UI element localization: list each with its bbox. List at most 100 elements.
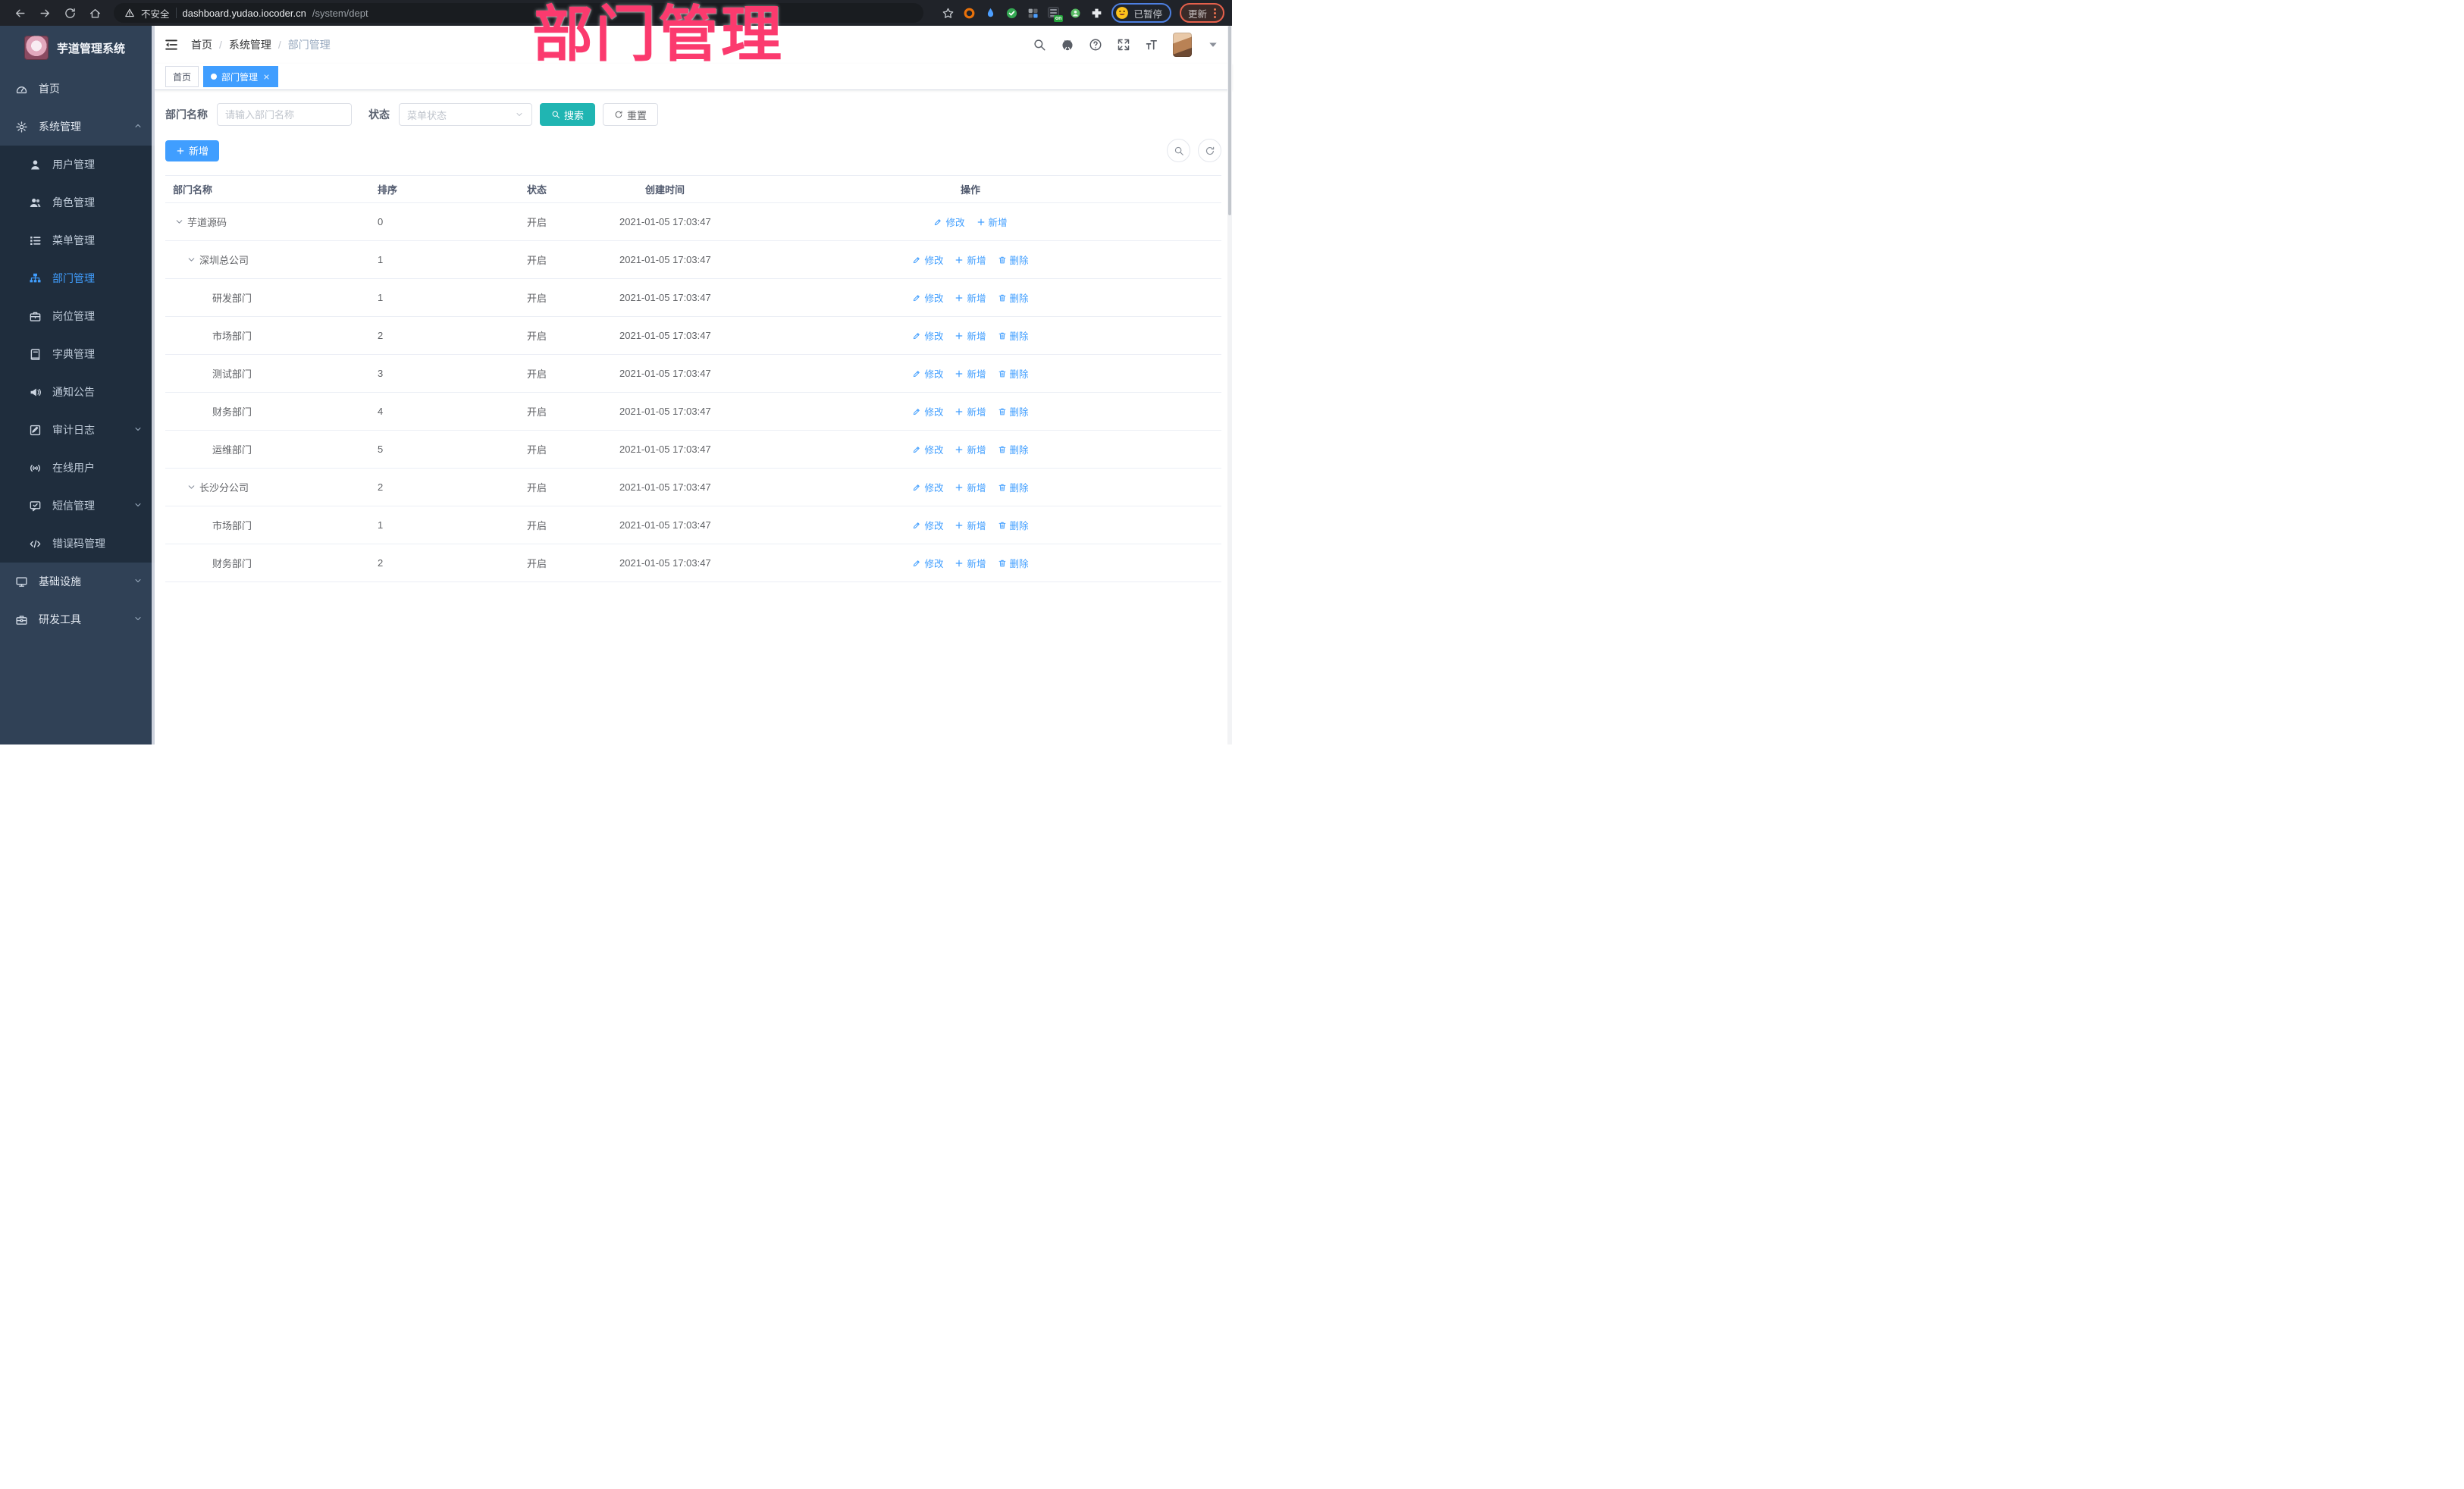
sidebar-item-menu[interactable]: 菜单管理	[0, 221, 155, 259]
expand-caret-icon[interactable]	[174, 217, 184, 227]
brand[interactable]: 芋道管理系统	[0, 26, 155, 70]
back-button[interactable]	[14, 7, 27, 20]
browser-toolbar-right: on 已暂停 更新	[942, 3, 1224, 23]
plus-icon	[176, 146, 185, 155]
search-button[interactable]: 搜索	[540, 103, 596, 126]
forward-button[interactable]	[39, 7, 52, 20]
extension-green-icon[interactable]	[1069, 7, 1082, 20]
sort-cell: 2	[378, 330, 384, 341]
breadcrumb-home[interactable]: 首页	[191, 37, 212, 52]
sidebar-item-post[interactable]: 岗位管理	[0, 297, 155, 335]
sidebar-item-dict[interactable]: 字典管理	[0, 335, 155, 373]
add-link[interactable]: 新增	[955, 480, 986, 494]
chevron-down-icon[interactable]	[1206, 38, 1220, 52]
delete-link[interactable]: 删除	[998, 556, 1029, 570]
delete-link[interactable]: 删除	[998, 252, 1029, 267]
extensions-puzzle-icon[interactable]	[1090, 7, 1103, 20]
sort-cell: 0	[378, 216, 384, 227]
font-size-icon[interactable]	[1145, 38, 1158, 52]
modify-link[interactable]: 修改	[912, 404, 943, 418]
extension-orange-icon[interactable]	[963, 7, 976, 20]
refresh-table-button[interactable]	[1198, 139, 1221, 162]
sidebar-item-label: 审计日志	[52, 424, 95, 436]
add-link[interactable]: 新增	[955, 290, 986, 305]
dept-table: 部门名称 排序 状态 创建时间 操作 芋道源码 0 开启 2021-01-05 17:03:47…	[165, 175, 1221, 582]
toggle-search-button[interactable]	[1167, 139, 1190, 162]
status-cell: 开启	[527, 558, 547, 569]
add-link[interactable]: 新增	[955, 328, 986, 343]
status-select[interactable]: 菜单状态	[399, 103, 532, 126]
sidebar-item-dept[interactable]: 部门管理	[0, 259, 155, 297]
add-link[interactable]: 新增	[977, 215, 1008, 229]
add-link[interactable]: 新增	[955, 252, 986, 267]
tab-dept[interactable]: 部门管理	[203, 66, 279, 87]
tab-home[interactable]: 首页	[165, 66, 199, 87]
modify-link[interactable]: 修改	[912, 366, 943, 381]
sidebar-item-errcode[interactable]: 错误码管理	[0, 525, 155, 563]
delete-link[interactable]: 删除	[998, 290, 1029, 305]
add-link[interactable]: 新增	[955, 556, 986, 570]
sidebar-item-notice[interactable]: 通知公告	[0, 373, 155, 411]
sidebar-item-home[interactable]: 首页	[0, 70, 155, 108]
actions-cell: 修改 新增 删除	[880, 290, 1061, 305]
bookmark-star-icon[interactable]	[942, 7, 955, 20]
sidebar-item-system[interactable]: 系统管理	[0, 108, 155, 146]
add-button[interactable]: 新增	[165, 139, 220, 161]
user-icon	[29, 158, 42, 171]
sidebar-item-role[interactable]: 角色管理	[0, 183, 155, 221]
modify-link[interactable]: 修改	[912, 556, 943, 570]
home-button[interactable]	[89, 7, 102, 20]
help-icon[interactable]	[1089, 38, 1102, 52]
breadcrumb-system[interactable]: 系统管理	[229, 37, 271, 52]
close-icon[interactable]	[262, 73, 271, 81]
modify-link[interactable]: 修改	[912, 290, 943, 305]
delete-link[interactable]: 删除	[998, 404, 1029, 418]
extension-on-badge-icon[interactable]: on	[1048, 6, 1064, 22]
profile-paused-pill[interactable]: 已暂停	[1111, 3, 1171, 23]
plus-icon	[955, 407, 964, 416]
search-icon[interactable]	[1033, 38, 1046, 52]
status-cell: 开启	[527, 406, 547, 418]
expand-caret-icon[interactable]	[187, 255, 196, 265]
sidebar-item-sms[interactable]: 短信管理	[0, 487, 155, 525]
extension-drop-icon[interactable]	[984, 7, 997, 20]
modify-link[interactable]: 修改	[912, 442, 943, 456]
add-link[interactable]: 新增	[955, 442, 986, 456]
sidebar-item-online[interactable]: 在线用户	[0, 449, 155, 487]
dept-name-cell: 运维部门	[212, 444, 252, 456]
extension-green-check-icon[interactable]	[1005, 7, 1018, 20]
reload-button[interactable]	[64, 7, 77, 20]
sidebar-item-devtools[interactable]: 研发工具	[0, 600, 155, 638]
modify-link[interactable]: 修改	[912, 252, 943, 267]
sidebar-item-audit[interactable]: 审计日志	[0, 411, 155, 449]
scrollbar-thumb[interactable]	[1228, 26, 1231, 215]
sidebar-item-user[interactable]: 用户管理	[0, 146, 155, 183]
avatar[interactable]	[1173, 33, 1192, 57]
delete-link[interactable]: 删除	[998, 328, 1029, 343]
modify-link[interactable]: 修改	[933, 215, 965, 229]
sidebar-toggle-icon[interactable]	[164, 37, 179, 52]
expand-caret-icon[interactable]	[187, 482, 196, 492]
delete-link[interactable]: 删除	[998, 366, 1029, 381]
dept-name-input[interactable]	[217, 103, 352, 126]
delete-link[interactable]: 删除	[998, 518, 1029, 532]
window-scrollbar[interactable]	[1227, 26, 1232, 744]
reset-button[interactable]: 重置	[603, 103, 659, 126]
delete-link[interactable]: 删除	[998, 480, 1029, 494]
modify-link[interactable]: 修改	[912, 480, 943, 494]
add-link[interactable]: 新增	[955, 366, 986, 381]
status-cell: 开启	[527, 293, 547, 304]
modify-link[interactable]: 修改	[912, 518, 943, 532]
sidebar-menu: 首页 系统管理 用户管理 角色管理 菜单管理 部门管理 岗位管理 字典管理 通知公告审计日志在线…	[0, 70, 155, 638]
delete-link[interactable]: 删除	[998, 442, 1029, 456]
fullscreen-icon[interactable]	[1117, 38, 1130, 52]
modify-link[interactable]: 修改	[912, 328, 943, 343]
browser-update-button[interactable]: 更新	[1179, 3, 1224, 23]
github-icon[interactable]	[1061, 38, 1074, 52]
add-link[interactable]: 新增	[955, 404, 986, 418]
add-link[interactable]: 新增	[955, 518, 986, 532]
address-bar[interactable]: 不安全 dashboard.yudao.iocoder.cn/system/de…	[114, 3, 923, 23]
extension-grid-icon[interactable]	[1027, 7, 1039, 20]
sidebar-item-infra[interactable]: 基础设施	[0, 563, 155, 600]
delete-icon	[998, 255, 1007, 265]
